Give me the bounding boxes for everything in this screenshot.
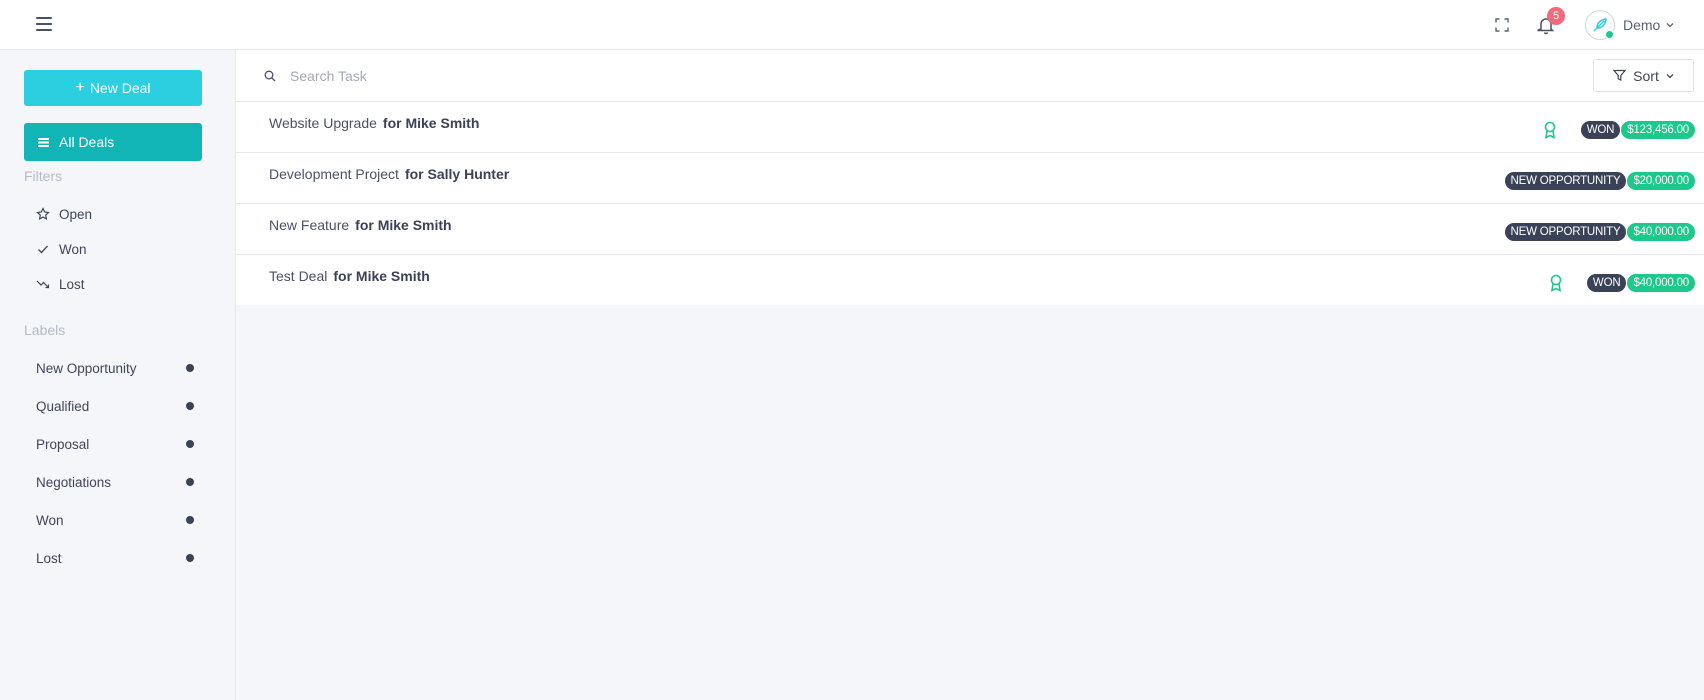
label-color-dot [186, 554, 194, 562]
label-name: Qualified [36, 398, 90, 414]
amount-badge: $40,000.00 [1627, 223, 1695, 241]
label-lost[interactable]: Lost [36, 548, 194, 568]
labels-heading: Labels [24, 322, 66, 338]
label-qualified[interactable]: Qualified [36, 396, 194, 416]
label-color-dot [186, 516, 194, 524]
stage-badge: WON [1586, 274, 1627, 292]
filter-open[interactable]: Open [36, 204, 92, 224]
search-input[interactable] [290, 64, 690, 88]
top-navbar: 5 Demo [0, 0, 1704, 50]
deal-title: Development Project for Sally Hunter [269, 166, 509, 182]
amount-badge: $40,000.00 [1627, 274, 1695, 292]
deal-name: Test Deal [269, 268, 328, 284]
filter-open-label: Open [59, 206, 93, 222]
avatar [1585, 10, 1615, 40]
list-icon [38, 137, 49, 147]
deals-panel: Sort Website Upgrade for Mike Smith WON $… [236, 50, 1704, 305]
plus-icon: + [75, 79, 85, 96]
user-menu[interactable]: Demo [1585, 9, 1674, 41]
deal-row[interactable]: New Feature for Mike Smith NEW OPPORTUNIT… [236, 204, 1704, 255]
chevron-down-icon [1666, 23, 1674, 28]
label-negotiations[interactable]: Negotiations [36, 472, 194, 492]
deal-tags: NEW OPPORTUNITY $20,000.00 [1504, 172, 1695, 190]
label-name: Proposal [36, 436, 90, 452]
stage-badge: NEW OPPORTUNITY [1504, 223, 1627, 241]
user-name: Demo [1623, 17, 1661, 33]
deal-tags: WON $123,456.00 [1543, 121, 1695, 139]
filter-won-label: Won [59, 241, 87, 257]
label-new-opportunity[interactable]: New Opportunity [36, 358, 194, 378]
stage-badge: NEW OPPORTUNITY [1504, 172, 1627, 190]
hamburger-menu-icon[interactable] [36, 17, 52, 31]
deal-contact: for Sally Hunter [404, 166, 510, 182]
label-color-dot [186, 402, 194, 410]
deal-row[interactable]: Development Project for Sally Hunter NEW … [236, 153, 1704, 204]
label-won[interactable]: Won [36, 510, 194, 530]
deal-name: New Feature [269, 217, 350, 233]
sort-label: Sort [1633, 67, 1659, 84]
deal-title: Website Upgrade for Mike Smith [269, 115, 479, 131]
deal-contact: for Mike Smith [382, 115, 480, 131]
star-icon [36, 207, 50, 221]
filter-funnel-icon [1613, 69, 1627, 81]
trending-down-icon [36, 280, 50, 289]
label-name: New Opportunity [36, 360, 137, 376]
amount-badge: $20,000.00 [1627, 172, 1695, 190]
deal-contact: for Mike Smith [355, 217, 452, 233]
filter-lost-label: Lost [59, 276, 85, 292]
sort-button[interactable]: Sort [1593, 59, 1694, 92]
search-icon [264, 70, 276, 82]
all-deals-label: All Deals [59, 134, 115, 150]
award-icon [1550, 274, 1562, 292]
new-deal-button[interactable]: + New Deal [24, 70, 202, 106]
deal-contact: for Mike Smith [333, 268, 430, 284]
filters-heading: Filters [24, 168, 63, 184]
deal-row[interactable]: Test Deal for Mike Smith WON $40,000.00 [236, 255, 1704, 306]
fullscreen-icon[interactable] [1495, 18, 1509, 32]
online-status-dot [1605, 30, 1614, 39]
deal-row[interactable]: Website Upgrade for Mike Smith WON $123,4… [236, 102, 1704, 153]
label-color-dot [186, 364, 194, 372]
filter-won[interactable]: Won [36, 239, 87, 259]
check-icon [38, 245, 48, 254]
label-color-dot [186, 440, 194, 448]
label-name: Negotiations [36, 474, 112, 490]
amount-badge: $123,456.00 [1621, 121, 1695, 139]
all-deals-nav[interactable]: All Deals [24, 123, 202, 161]
label-proposal[interactable]: Proposal [36, 434, 194, 454]
deal-title: Test Deal for Mike Smith [269, 268, 430, 284]
deal-tags: WON $40,000.00 [1549, 274, 1695, 292]
label-name: Won [36, 512, 64, 528]
deal-name: Website Upgrade [269, 115, 377, 131]
notification-badge: 5 [1547, 7, 1565, 25]
deal-name: Development Project [269, 166, 399, 182]
deal-title: New Feature for Mike Smith [269, 217, 452, 233]
filter-lost[interactable]: Lost [36, 274, 85, 294]
chevron-down-icon [1666, 73, 1674, 78]
label-name: Lost [36, 550, 62, 566]
award-icon [1544, 121, 1556, 139]
label-color-dot [186, 478, 194, 486]
stage-badge: WON [1580, 121, 1621, 139]
search-bar: Sort [236, 50, 1704, 102]
new-deal-label: New Deal [89, 80, 151, 96]
sidebar: + New Deal All Deals Filters Open Won Lo… [4, 50, 236, 700]
deal-tags: NEW OPPORTUNITY $40,000.00 [1504, 223, 1695, 241]
